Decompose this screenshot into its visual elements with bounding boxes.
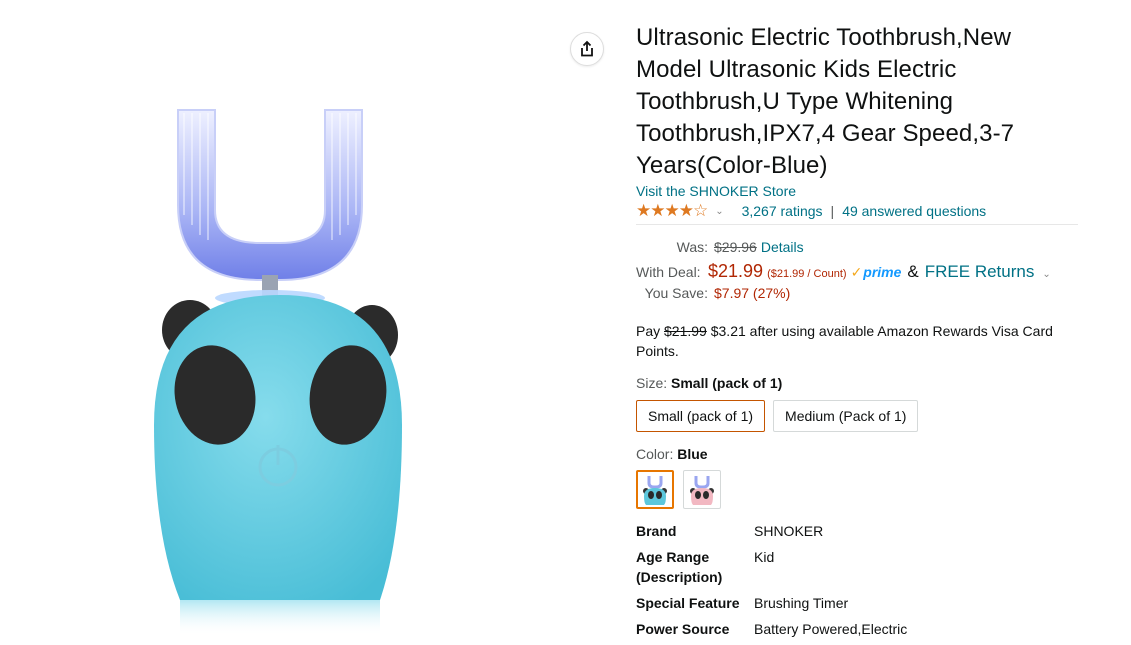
was-label: Was: <box>676 239 708 255</box>
spec-row: Power Source Battery Powered,Electric <box>636 619 907 645</box>
prime-label: prime <box>863 264 902 280</box>
price-block: Was: $29.96 Details With Deal: $21.99 ($… <box>636 239 1081 307</box>
color-label-text: Color: <box>636 446 678 462</box>
spec-value: Brushing Timer <box>754 595 849 611</box>
deal-price-row: With Deal: $21.99 ($21.99 / Count) ✓prim… <box>636 261 1081 285</box>
color-swatch-pink[interactable] <box>683 470 721 509</box>
size-option-small[interactable]: Small (pack of 1) <box>636 400 766 432</box>
share-button[interactable] <box>570 32 604 66</box>
prime-badge: ✓prime <box>851 264 902 281</box>
color-label: Color: Blue <box>636 446 1081 462</box>
share-icon <box>581 40 593 57</box>
save-amount: $7.97 (27%) <box>714 285 791 301</box>
savings-row: You Save: $7.97 (27%) <box>636 285 1081 307</box>
was-price-row: Was: $29.96 Details <box>636 239 1081 261</box>
size-label-text: Size: <box>636 375 672 391</box>
product-title: Ultrasonic Electric Toothbrush,New Model… <box>636 24 1015 179</box>
product-details: Ultrasonic Electric Toothbrush,New Model… <box>636 22 1081 645</box>
rewards-note: Pay $21.99 $3.21 after using available A… <box>636 321 1076 361</box>
spec-value: Kid <box>754 549 775 565</box>
separator: | <box>830 203 835 219</box>
spec-table: Brand SHNOKER Age Range (Description) Ki… <box>636 521 907 645</box>
prime-check-icon: ✓ <box>850 264 863 280</box>
size-label: Size: Small (pack of 1) <box>636 375 1081 391</box>
color-swatch-blue[interactable] <box>636 470 674 509</box>
rewards-prefix: Pay <box>636 323 665 339</box>
deal-label: With Deal: <box>636 264 701 280</box>
spec-row: Brand SHNOKER <box>636 521 907 547</box>
save-label: You Save: <box>644 285 708 301</box>
color-options <box>636 470 1081 509</box>
spec-row: Age Range (Description) Kid <box>636 547 907 593</box>
answered-questions-link[interactable]: 49 answered questions <box>842 203 986 219</box>
free-returns-link[interactable]: FREE Returns <box>925 262 1035 282</box>
toothbrush-blue-thumbnail <box>643 475 667 505</box>
spec-value: SHNOKER <box>754 523 824 539</box>
toothbrush-pink-thumbnail <box>690 475 714 505</box>
rewards-struck-price: $21.99 <box>664 323 707 339</box>
color-selected: Blue <box>677 446 708 462</box>
spec-key: Power Source <box>636 621 730 637</box>
store-link[interactable]: Visit the SHNOKER Store <box>636 183 1081 199</box>
rating-row: ★★★★☆ ⌄ 3,267 ratings | 49 answered ques… <box>636 201 1081 221</box>
chevron-down-icon[interactable]: ⌄ <box>1042 269 1050 280</box>
was-price: $29.96 <box>714 239 757 255</box>
size-options: Small (pack of 1) Medium (Pack of 1) <box>636 400 1081 432</box>
ratings-link[interactable]: 3,267 ratings <box>742 203 823 219</box>
chevron-down-icon[interactable]: ⌄ <box>715 206 723 217</box>
star-rating-icon[interactable]: ★★★★☆ <box>636 201 708 221</box>
size-selected: Small (pack of 1) <box>671 375 783 391</box>
spec-row: Special Feature Brushing Timer <box>636 593 907 619</box>
unit-price: ($21.99 / Count) <box>767 268 847 280</box>
spec-key: Brand <box>636 523 677 539</box>
size-option-medium[interactable]: Medium (Pack of 1) <box>773 400 919 432</box>
divider <box>636 224 1078 225</box>
spec-value: Battery Powered,Electric <box>754 621 908 637</box>
spec-key: Age Range (Description) <box>636 549 723 585</box>
spec-key: Special Feature <box>636 595 740 611</box>
details-link[interactable]: Details <box>761 239 804 255</box>
ampersand: & <box>907 262 919 281</box>
product-image[interactable] <box>140 95 430 636</box>
deal-price: $21.99 <box>708 261 764 281</box>
